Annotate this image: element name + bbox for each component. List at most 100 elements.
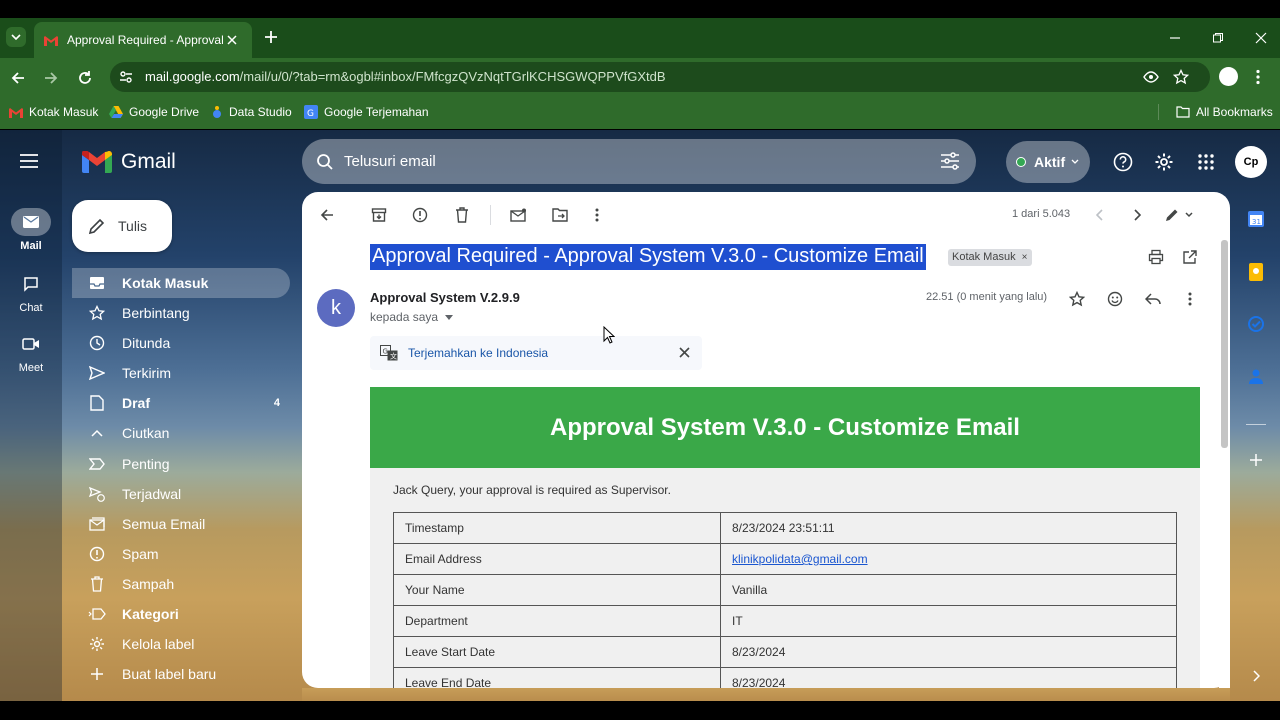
label-icon [88,608,106,620]
nav-kelola-label[interactable]: Kelola label [72,629,290,659]
nav-ditunda[interactable]: Ditunda [72,328,290,358]
nav-label: Berbintang [122,305,190,321]
nav-kotak-masuk[interactable]: Kotak Masuk [72,268,290,298]
pencil-icon [88,218,105,235]
sender-avatar[interactable]: k [317,289,355,327]
rail-chat[interactable]: Chat [0,270,62,314]
nav-sampah[interactable]: Sampah [72,569,290,599]
draft-icon [90,395,104,411]
sender-name[interactable]: Approval System V.2.9.9 [370,290,520,305]
add-reaction-button[interactable] [1105,289,1125,309]
star-message-button[interactable] [1067,289,1087,309]
apps-button[interactable] [1194,150,1218,174]
nav-ciutkan[interactable]: Ciutkan [72,418,290,448]
nav-terjadwal[interactable]: Terjadwal [72,479,290,509]
tab-search-button[interactable] [6,27,26,47]
menu-dots-icon[interactable] [1256,69,1260,85]
bookmark-star-icon[interactable] [1173,69,1189,85]
gmail-logo[interactable] [82,151,112,173]
nav-berbintang[interactable]: Berbintang [72,298,290,328]
bookmark-kotak-masuk[interactable]: Kotak Masuk [9,103,98,121]
message-more-button[interactable] [1180,289,1200,309]
open-new-window-button[interactable] [1182,249,1198,265]
close-translate-button[interactable] [679,347,690,358]
nav-kategori[interactable]: Kategori [72,599,290,629]
bookmark-label: Kotak Masuk [29,105,99,119]
reply-button[interactable] [1143,289,1163,309]
nav-semua-email[interactable]: Semua Email [72,509,290,539]
rail-chat-label: Chat [19,302,43,314]
bookmark-google-terjemahan[interactable]: G Google Terjemahan [304,103,429,121]
tasks-addon[interactable] [1246,314,1266,334]
report-spam-button[interactable] [410,205,430,225]
print-button[interactable] [1148,249,1164,265]
forward-button[interactable] [38,65,64,91]
search-icon [317,153,333,170]
url-text[interactable]: mail.google.com/mail/u/0/?tab=rm&ogbl#in… [145,69,666,84]
contacts-addon[interactable] [1246,366,1266,386]
mark-unread-button[interactable] [508,205,528,225]
svg-text:G: G [307,109,314,119]
close-window-button[interactable] [1249,26,1273,50]
older-button[interactable] [1127,205,1147,225]
nav-spam[interactable]: Spam [72,539,290,569]
delete-button[interactable] [452,205,472,225]
close-tab-icon[interactable] [227,35,237,45]
print-icon [1148,249,1164,265]
move-to-button[interactable] [550,205,570,225]
chat-icon [24,277,38,292]
calendar-addon[interactable]: 31 [1246,209,1266,229]
all-bookmarks-button[interactable]: All Bookmarks [1176,103,1273,121]
label-chip-kotak-masuk[interactable]: Kotak Masuk × [948,249,1032,266]
recipient-details[interactable]: kepada saya [370,310,454,324]
search-options-button[interactable] [940,152,960,170]
input-tools-button[interactable] [1163,205,1197,225]
status-dot-icon [1016,157,1026,167]
back-to-inbox-button[interactable] [317,205,337,225]
mark-unread-icon [510,208,526,222]
nav-draf[interactable]: Draf 4 [72,388,290,418]
back-button[interactable] [5,65,31,91]
archive-icon [371,208,387,222]
search-bar[interactable] [302,139,976,184]
table-value: 8/23/2024 [720,636,1177,668]
email-address-link[interactable]: klinikpolidata@gmail.com [732,552,868,566]
nav-penting[interactable]: Penting [72,449,290,479]
get-addons-button[interactable] [1246,450,1266,470]
remove-label-icon[interactable]: × [1022,252,1028,263]
emoji-icon [1107,291,1123,307]
chevron-left-icon [1096,209,1103,221]
nav-terkirim[interactable]: Terkirim [72,358,290,388]
status-active-chip[interactable]: Aktif [1006,141,1090,183]
keep-addon[interactable] [1246,262,1266,282]
help-button[interactable] [1111,150,1135,174]
nav-label: Ciutkan [122,425,170,441]
show-side-panel-button[interactable] [1246,666,1266,686]
main-menu-button[interactable] [20,154,38,168]
more-actions-button[interactable] [587,205,607,225]
translate-link[interactable]: Terjemahkan ke Indonesia [408,346,548,360]
restore-button[interactable] [1206,26,1230,50]
pane-scrollbar-thumb[interactable] [1221,240,1228,448]
newer-button[interactable] [1090,205,1110,225]
toolbar-divider [490,205,491,225]
settings-button[interactable] [1152,150,1176,174]
site-info-icon[interactable] [118,69,134,85]
account-avatar[interactable]: Cp [1235,146,1267,178]
profile-avatar-icon[interactable] [1219,67,1238,86]
search-input[interactable] [344,153,904,170]
bookmark-google-drive[interactable]: Google Drive [109,103,199,121]
bookmark-data-studio[interactable]: Data Studio [211,103,292,121]
compose-button[interactable]: Tulis [72,200,172,252]
calendar-icon: 31 [1248,211,1264,227]
minimize-button[interactable] [1163,26,1187,50]
rail-mail[interactable]: Mail [0,208,62,252]
archive-button[interactable] [369,205,389,225]
tab-active[interactable]: Approval Required - Approval S [34,22,252,58]
meet-icon [22,338,39,350]
new-tab-button[interactable] [262,28,280,46]
rail-meet[interactable]: Meet [0,330,62,374]
eye-icon[interactable] [1143,69,1159,85]
nav-buat-label-baru[interactable]: Buat label baru [72,659,290,689]
reload-button[interactable] [72,65,98,91]
